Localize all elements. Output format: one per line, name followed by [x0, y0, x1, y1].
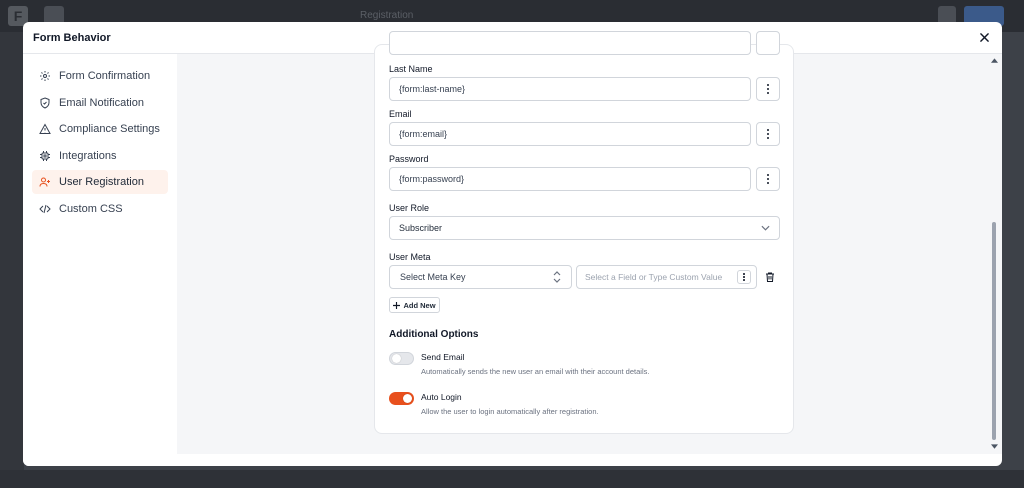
user-meta-label: User Meta: [389, 252, 431, 262]
sidebar-item-email-notification[interactable]: Email Notification: [32, 91, 168, 115]
scroll-up-arrow-icon[interactable]: [991, 58, 998, 63]
kebab-icon: [743, 272, 745, 282]
close-icon: [979, 33, 989, 42]
user-registration-panel: Last Name {form:last-name} Email {form:e…: [374, 31, 794, 434]
auto-login-description: Allow the user to login automatically af…: [421, 407, 599, 416]
user-role-value: Subscriber: [399, 223, 443, 233]
email-input[interactable]: {form:email}: [389, 122, 751, 146]
sidebar-item-label: Compliance Settings: [59, 123, 160, 135]
last-name-menu-button[interactable]: [756, 77, 780, 101]
code-icon: [39, 204, 51, 213]
sidebar-item-label: User Registration: [59, 176, 144, 188]
additional-options-title: Additional Options: [389, 329, 479, 340]
add-new-label: Add New: [403, 300, 436, 310]
sidebar-item-label: Integrations: [59, 149, 117, 162]
trash-icon[interactable]: [764, 271, 776, 283]
meta-value-placeholder: Select a Field or Type Custom Value: [585, 272, 723, 282]
meta-value-input[interactable]: Select a Field or Type Custom Value: [576, 265, 757, 289]
scrollbar[interactable]: [990, 54, 998, 454]
user-role-label: User Role: [389, 203, 430, 213]
sidebar-item-label: Form Confirmation: [59, 70, 151, 82]
sidebar-item-custom-css[interactable]: Custom CSS: [32, 197, 168, 221]
sidebar-item-form-confirmation[interactable]: Form Confirmation: [32, 64, 168, 88]
last-name-label: Last Name: [389, 64, 433, 74]
meta-key-placeholder: Select Meta Key: [400, 272, 466, 282]
add-new-button[interactable]: Add New: [389, 297, 440, 313]
email-label: Email: [389, 109, 412, 119]
form-behavior-modal: Form Behavior Form Confirmation Email No…: [23, 22, 1002, 466]
gear-icon: [40, 71, 50, 81]
toggle-knob: [392, 354, 401, 363]
sidebar-item-label: Custom CSS: [59, 202, 123, 215]
close-button[interactable]: [976, 30, 992, 46]
updown-chevron-icon: [553, 271, 561, 283]
previous-field-input[interactable]: [389, 31, 751, 55]
email-menu-button[interactable]: [756, 122, 780, 146]
send-email-label: Send Email: [421, 352, 465, 362]
chip-icon: [40, 150, 50, 161]
sidebar-item-compliance-settings[interactable]: Compliance Settings: [32, 117, 168, 141]
kebab-icon: [766, 173, 770, 185]
send-email-description: Automatically sends the new user an emai…: [421, 367, 650, 376]
kebab-icon: [766, 128, 770, 140]
password-label: Password: [389, 154, 429, 164]
toggle-knob: [403, 394, 412, 403]
auto-login-label: Auto Login: [421, 392, 462, 402]
kebab-icon: [766, 83, 770, 95]
sidebar-item-integrations[interactable]: Integrations: [32, 144, 168, 168]
password-menu-button[interactable]: [756, 167, 780, 191]
scroll-down-arrow-icon[interactable]: [991, 444, 998, 449]
chevron-down-icon: [761, 225, 770, 231]
settings-sidebar: Form Confirmation Email Notification Com…: [23, 54, 177, 466]
previous-field-menu-button[interactable]: [756, 31, 780, 55]
background-sidebar: [0, 32, 24, 488]
password-input[interactable]: {form:password}: [389, 167, 751, 191]
background-title: Registration: [360, 10, 414, 21]
user-role-select[interactable]: Subscriber: [389, 216, 780, 240]
settings-content: Last Name {form:last-name} Email {form:e…: [177, 31, 1002, 454]
plus-icon: [393, 301, 401, 309]
shield-icon: [40, 96, 50, 109]
sidebar-item-label: Email Notification: [59, 96, 144, 109]
meta-value-menu-button[interactable]: [737, 270, 751, 284]
send-email-toggle[interactable]: [389, 352, 414, 365]
sidebar-item-user-registration[interactable]: User Registration: [32, 170, 168, 194]
warning-icon: [39, 123, 51, 134]
last-name-input[interactable]: {form:last-name}: [389, 77, 751, 101]
user-plus-icon: [39, 177, 50, 187]
modal-title: Form Behavior: [33, 31, 111, 44]
background-footer: [0, 470, 1024, 488]
auto-login-toggle[interactable]: [389, 392, 414, 405]
scrollbar-thumb[interactable]: [992, 222, 996, 440]
meta-key-select[interactable]: Select Meta Key: [389, 265, 572, 289]
